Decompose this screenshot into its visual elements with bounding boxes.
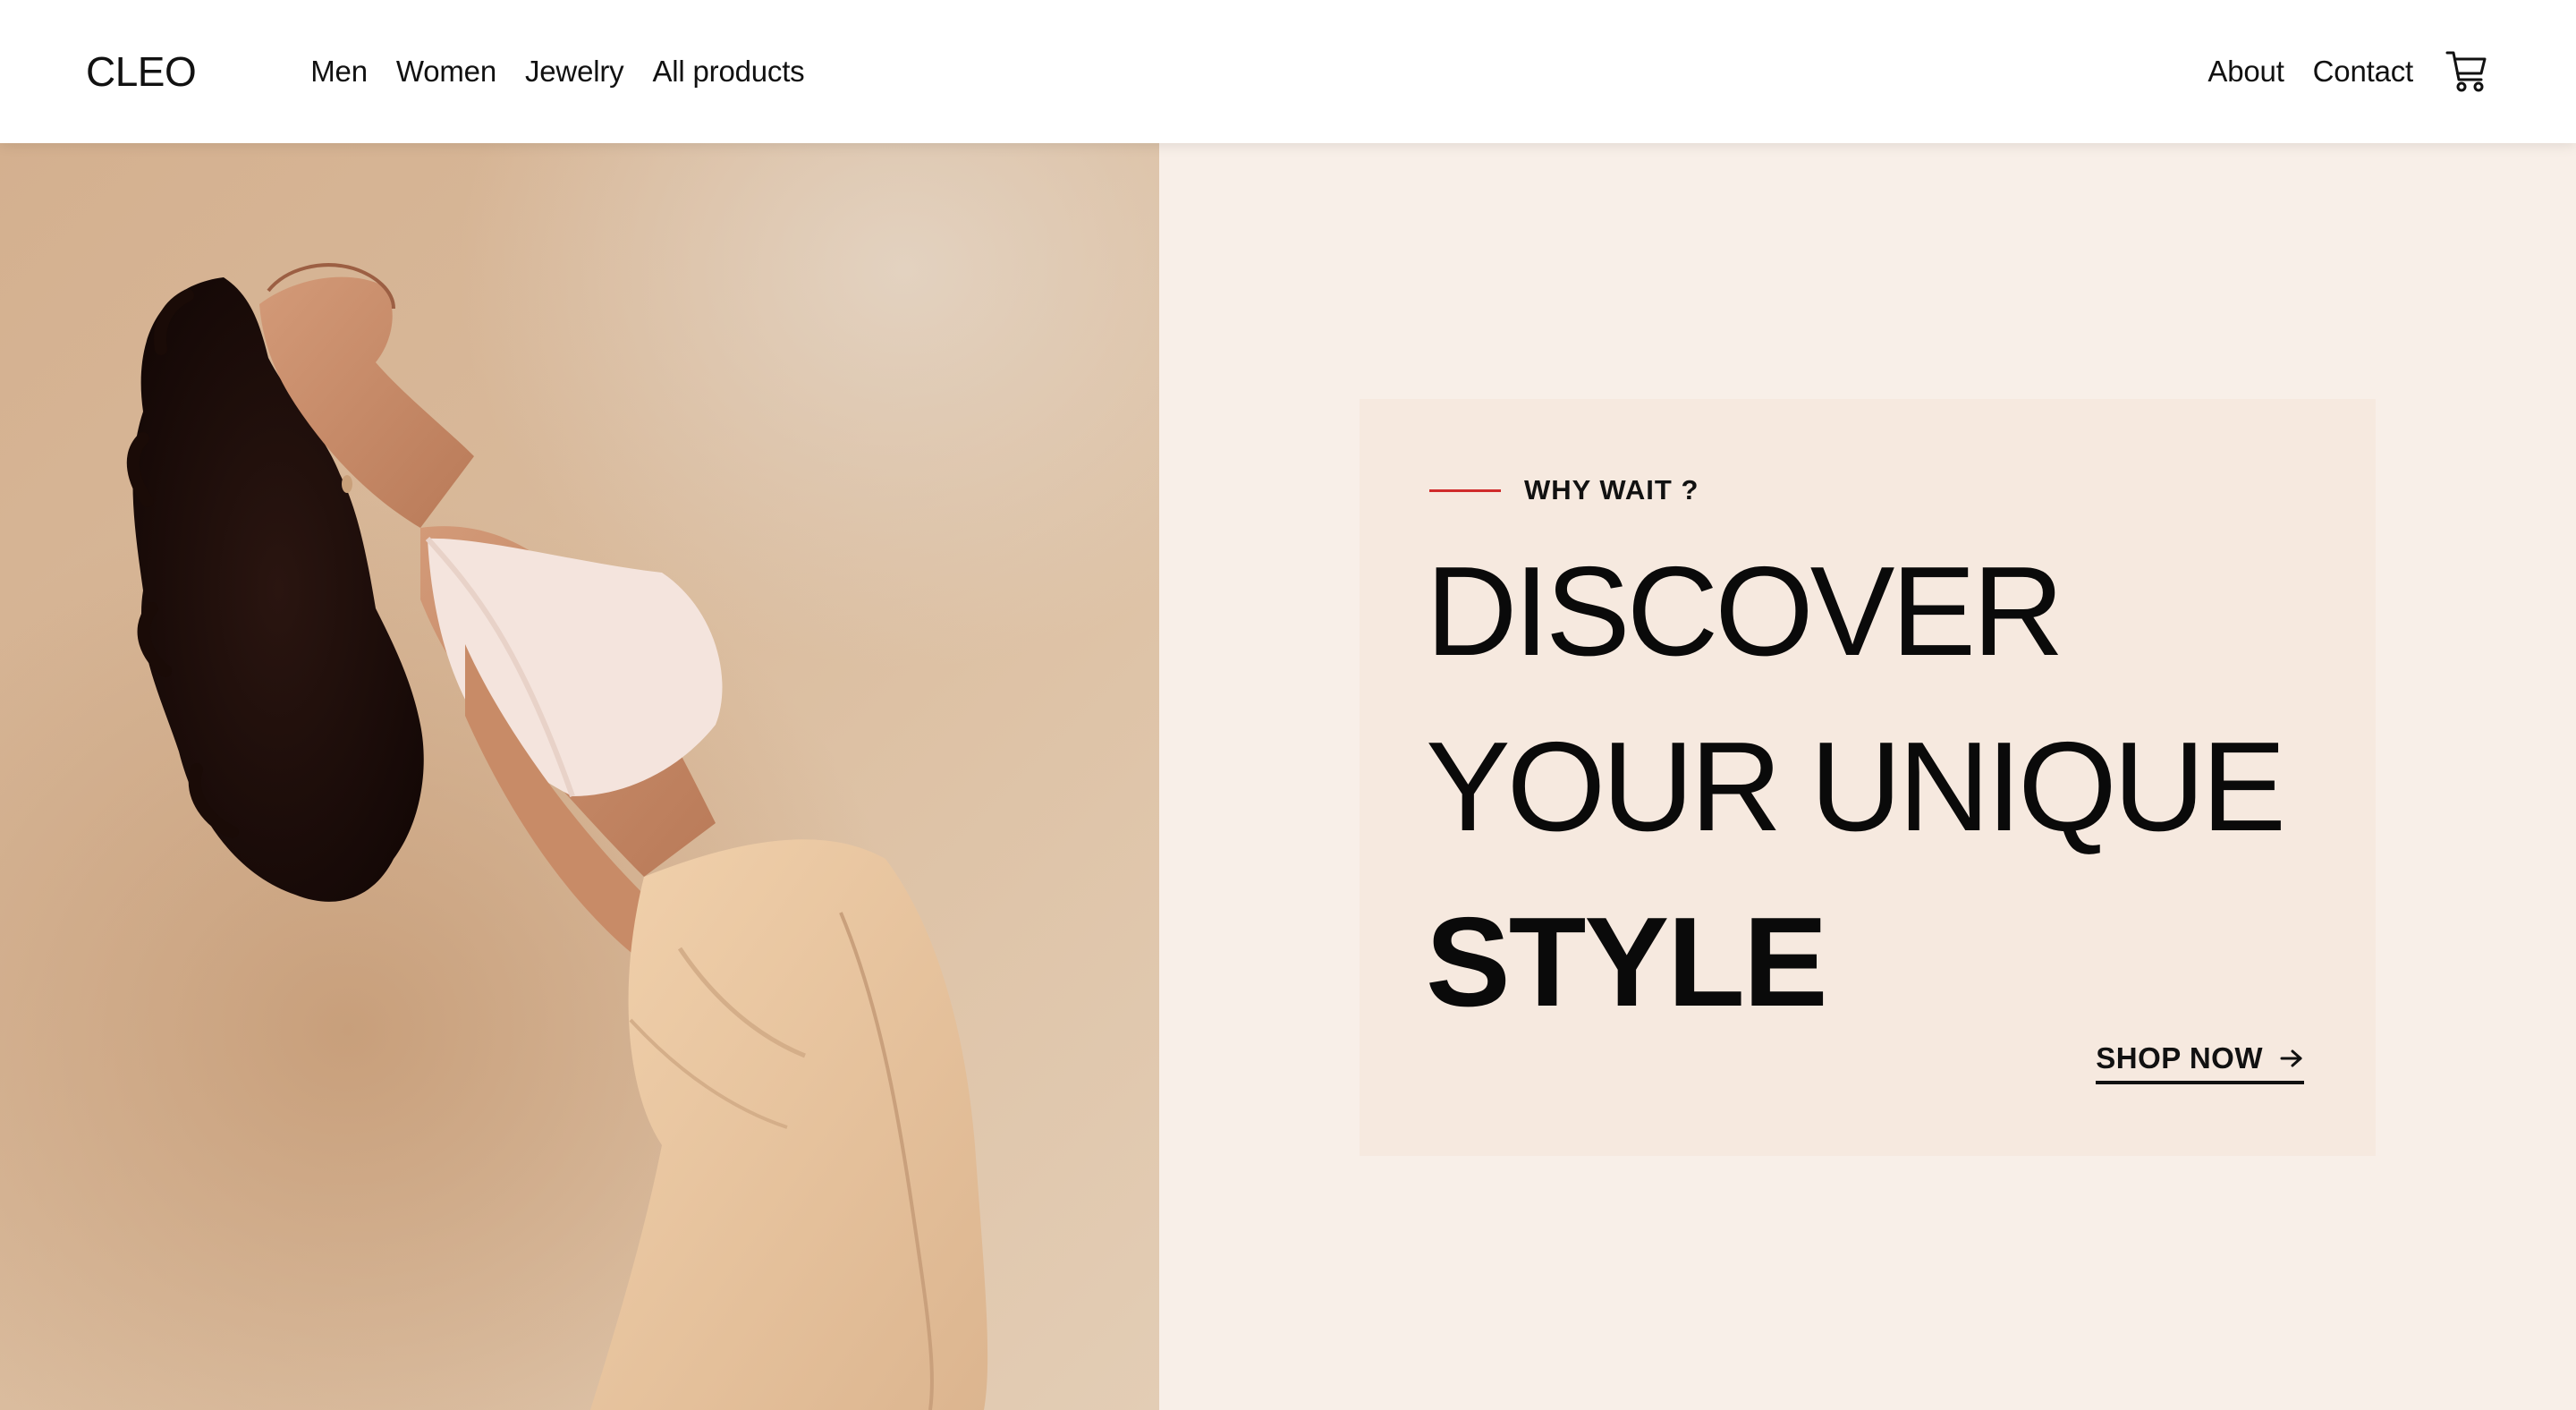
nav-link-men[interactable]: Men xyxy=(310,55,368,89)
nav-link-jewelry[interactable]: Jewelry xyxy=(525,55,624,89)
shopping-cart-icon xyxy=(2445,51,2487,92)
primary-nav: Men Women Jewelry All products xyxy=(310,55,804,89)
accent-line xyxy=(1429,488,1501,492)
shop-now-label: SHOP NOW xyxy=(2096,1041,2263,1074)
hero-photo xyxy=(0,143,1159,1410)
nav-link-about[interactable]: About xyxy=(2207,55,2284,89)
headline-line-3: STYLE xyxy=(1426,891,1828,1033)
hero-headline: DISCOVER YOUR UNIQUE STYLE xyxy=(1426,524,2286,1050)
nav-link-women[interactable]: Women xyxy=(396,55,496,89)
nav-link-all-products[interactable]: All products xyxy=(652,55,804,89)
nav-link-contact[interactable]: Contact xyxy=(2313,55,2414,89)
secondary-nav: About Contact xyxy=(2207,48,2490,95)
model-illustration xyxy=(126,263,988,1410)
cart-button[interactable] xyxy=(2444,48,2490,95)
hero-content: WHY WAIT ? DISCOVER YOUR UNIQUE STYLE SH… xyxy=(1159,143,2576,1410)
eyebrow: WHY WAIT ? xyxy=(1429,474,1699,506)
eyebrow-text: WHY WAIT ? xyxy=(1524,474,1699,505)
logo[interactable]: CLEO xyxy=(86,47,197,96)
arrow-right-icon xyxy=(2280,1049,2302,1067)
headline-line-2: YOUR UNIQUE xyxy=(1426,716,2286,858)
headline-line-1: DISCOVER xyxy=(1426,540,2064,683)
site-header: CLEO Men Women Jewelry All products Abou… xyxy=(0,0,2576,143)
promo-card: WHY WAIT ? DISCOVER YOUR UNIQUE STYLE SH… xyxy=(1360,399,2376,1156)
shop-now-button[interactable]: SHOP NOW xyxy=(2096,1041,2304,1084)
